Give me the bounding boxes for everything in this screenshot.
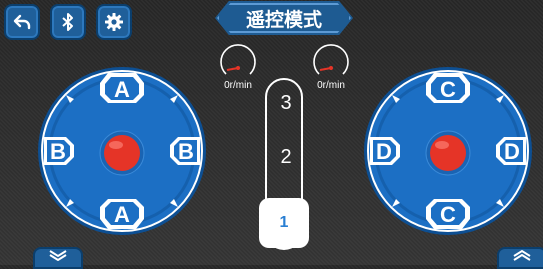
left-joystick[interactable]: A A B B [36, 65, 208, 237]
bluetooth-icon [62, 13, 73, 31]
right-left-button[interactable]: D [370, 137, 400, 165]
right-joystick[interactable]: C C D D [362, 65, 534, 237]
back-button[interactable] [4, 4, 40, 40]
right-down-button[interactable]: C [426, 199, 470, 229]
right-right-button[interactable]: D [496, 137, 526, 165]
page-title-text: 遥控模式 [245, 9, 322, 31]
bottom-left-collapse-button[interactable] [33, 247, 83, 269]
right-up-button[interactable]: C [426, 73, 470, 103]
left-right-button[interactable]: B [170, 137, 200, 165]
right-up-label: C [440, 77, 456, 102]
gear-level-3: 3 [280, 92, 292, 114]
settings-button[interactable] [96, 4, 132, 40]
gear-level-2: 2 [280, 146, 292, 168]
right-down-label: C [440, 202, 456, 227]
left-speed-gauge [220, 44, 256, 75]
gear-slider-thumb[interactable]: 1 [259, 198, 309, 248]
gear-selected-label: 1 [279, 214, 289, 231]
gear-icon [105, 13, 123, 31]
chevron-up-icon [513, 249, 531, 261]
left-speed-label: 0r/min [224, 80, 252, 91]
left-down-label: A [114, 202, 130, 227]
left-up-button[interactable]: A [100, 73, 144, 103]
right-speed-label: 0r/min [317, 80, 345, 91]
page-title: 遥控模式 [215, 1, 353, 35]
right-joystick-knob[interactable] [430, 135, 466, 171]
chevron-down-icon [49, 250, 67, 261]
left-left-label: B [50, 139, 66, 164]
left-down-button[interactable]: A [100, 199, 144, 229]
bluetooth-button[interactable] [50, 4, 86, 40]
left-joystick-knob[interactable] [104, 135, 140, 171]
bottom-right-expand-button[interactable] [497, 247, 543, 269]
left-left-button[interactable]: B [44, 137, 74, 165]
left-up-label: A [114, 77, 130, 102]
back-arrow-icon [13, 14, 31, 30]
right-right-label: D [504, 139, 520, 164]
right-speed-gauge [313, 44, 349, 75]
right-left-label: D [376, 139, 392, 164]
left-right-label: B [178, 139, 194, 164]
